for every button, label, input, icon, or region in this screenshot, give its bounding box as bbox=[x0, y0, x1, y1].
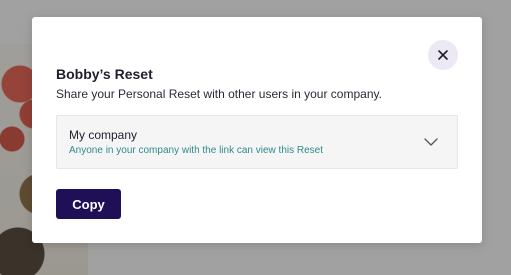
share-scope-selected-label: My company bbox=[69, 128, 138, 142]
close-button[interactable] bbox=[428, 40, 458, 70]
close-icon bbox=[438, 50, 448, 60]
chevron-down-icon bbox=[424, 138, 438, 146]
copy-button[interactable]: Copy bbox=[56, 189, 121, 219]
share-modal: Bobby’s Reset Share your Personal Reset … bbox=[32, 17, 482, 243]
modal-title: Bobby’s Reset bbox=[56, 66, 153, 82]
share-scope-description: Anyone in your company with the link can… bbox=[69, 145, 324, 156]
modal-subtitle: Share your Personal Reset with other use… bbox=[56, 87, 382, 101]
share-scope-select[interactable]: My company Anyone in your company with t… bbox=[56, 115, 458, 169]
